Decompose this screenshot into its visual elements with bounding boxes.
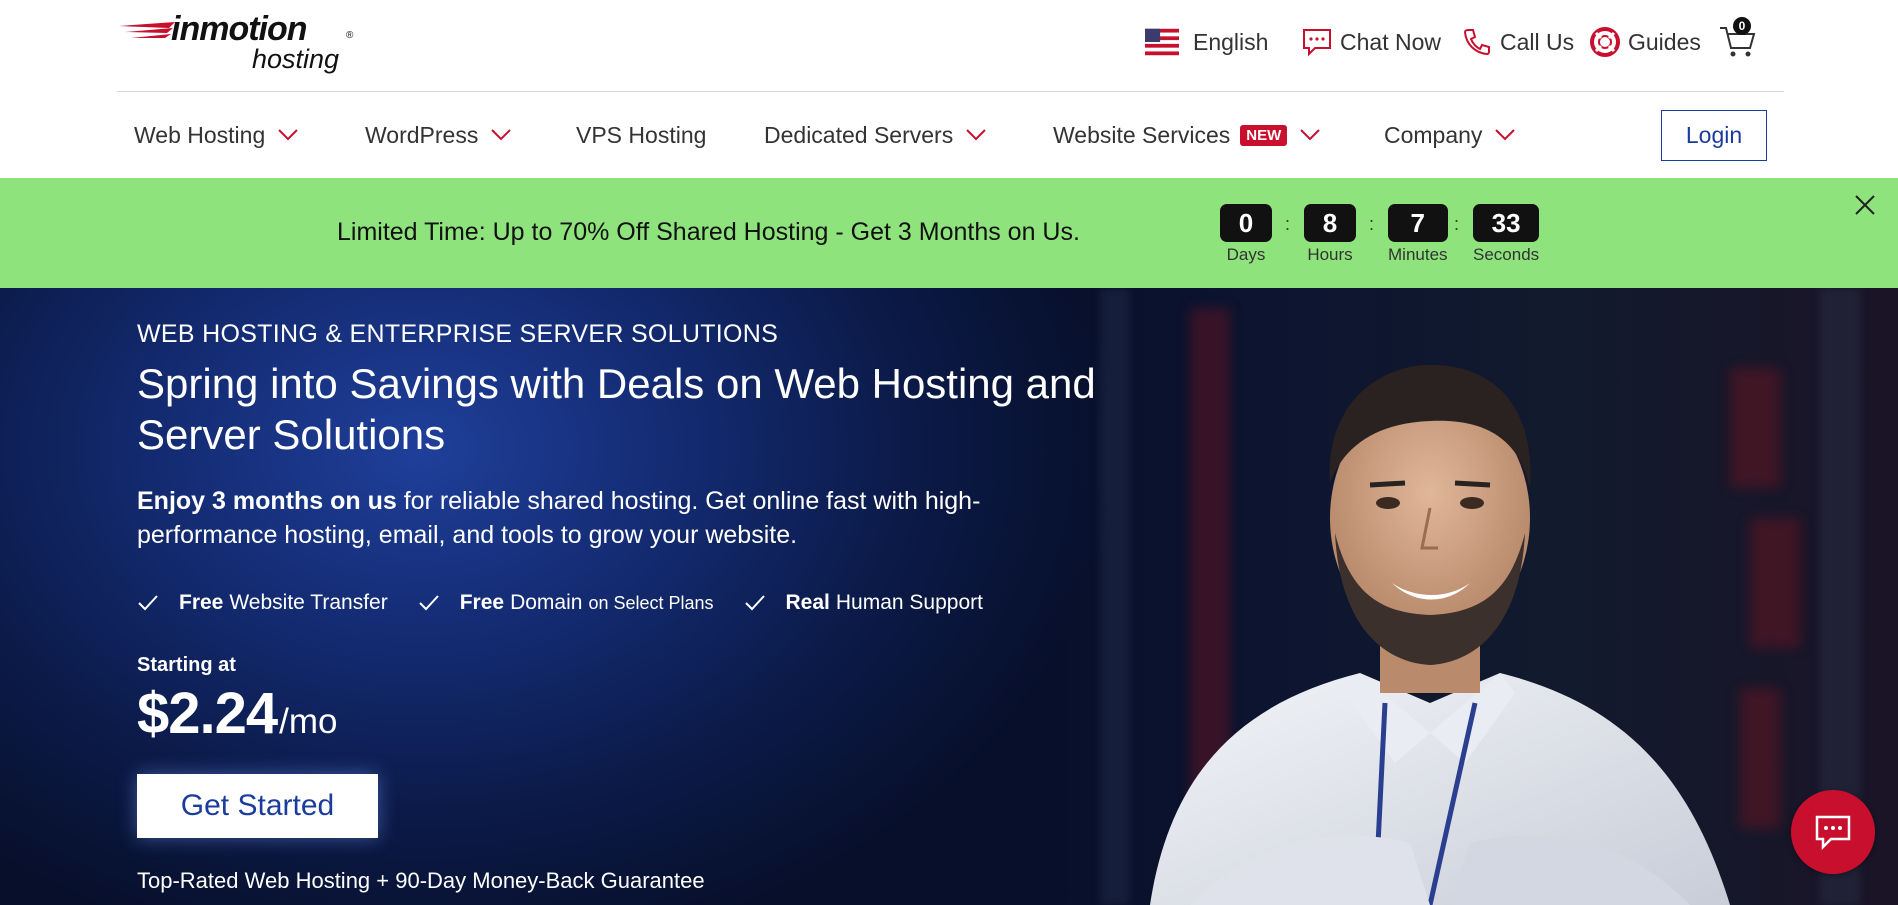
countdown-hours-value: 8 xyxy=(1304,204,1356,242)
feature-bold: Free xyxy=(459,591,505,614)
feature-item: Real Human Support xyxy=(744,591,983,615)
price-display: $2.24 /mo xyxy=(137,680,338,747)
nav-wordpress[interactable]: WordPress xyxy=(365,118,512,152)
nav-web-hosting-label: Web Hosting xyxy=(134,121,266,148)
chat-bubble-icon xyxy=(1300,25,1334,59)
hero-title: Spring into Savings with Deals on Web Ho… xyxy=(137,360,1096,458)
chevron-down-icon xyxy=(1495,129,1516,141)
language-label: English xyxy=(1193,28,1269,55)
feature-item: Free Website Transfer xyxy=(137,591,388,615)
nav-vps-hosting-label: VPS Hosting xyxy=(576,121,707,148)
logo-sub: hosting xyxy=(252,44,340,74)
chat-bubble-icon xyxy=(1815,815,1851,851)
countdown-hours: 8 Hours xyxy=(1304,204,1356,265)
nav-vps-hosting[interactable]: VPS Hosting xyxy=(576,118,706,152)
chat-fab-button[interactable] xyxy=(1791,790,1875,874)
chevron-down-icon xyxy=(278,129,298,141)
countdown-days-value: 0 xyxy=(1220,204,1272,242)
feature-text: Human Support xyxy=(835,591,983,614)
checkmark-icon xyxy=(418,595,439,611)
countdown-hours-label: Hours xyxy=(1307,245,1353,264)
nav-dedicated-servers-label: Dedicated Servers xyxy=(764,121,954,148)
feature-bold: Free xyxy=(179,591,224,614)
hero-section: WEB HOSTING & ENTERPRISE SERVER SOLUTION… xyxy=(0,288,1898,905)
hero-features: Free Website Transfer Free Domain on Sel… xyxy=(137,588,1013,618)
new-badge: NEW xyxy=(1240,124,1288,146)
call-us-label: Call Us xyxy=(1500,28,1575,55)
cart-count-badge: 0 xyxy=(1733,17,1751,35)
promo-banner: Limited Time: Up to 70% Off Shared Hosti… xyxy=(0,178,1898,288)
chat-now-link[interactable]: Chat Now xyxy=(1300,22,1441,62)
nav-company-label: Company xyxy=(1384,121,1483,148)
nav-company[interactable]: Company xyxy=(1384,118,1516,152)
logo-reg: ® xyxy=(346,30,354,41)
price-amount: $2.24 xyxy=(137,681,278,746)
chat-now-label: Chat Now xyxy=(1340,28,1441,55)
get-started-button[interactable]: Get Started xyxy=(137,774,378,838)
support-agent-photo xyxy=(1150,364,1730,905)
main-nav: Web Hosting WordPress VPS Hosting Dedica… xyxy=(0,92,1898,178)
countdown-minutes-value: 7 xyxy=(1388,204,1448,242)
countdown-seconds-value: 33 xyxy=(1473,204,1540,242)
call-us-link[interactable]: Call Us xyxy=(1460,22,1574,62)
nav-web-hosting[interactable]: Web Hosting xyxy=(134,118,299,152)
lifebuoy-icon xyxy=(1588,25,1622,59)
chevron-down-icon xyxy=(1300,129,1320,141)
us-flag-icon xyxy=(1145,25,1179,59)
feature-bold: Real xyxy=(785,591,830,614)
hero-lead: Enjoy 3 months on us for reliable shared… xyxy=(137,484,1067,552)
checkmark-icon xyxy=(138,595,158,611)
logo-swoosh-icon xyxy=(119,22,175,38)
feature-small: on Select Plans xyxy=(588,592,714,613)
language-selector[interactable]: English xyxy=(1145,22,1268,62)
countdown-seconds: 33 Seconds xyxy=(1473,204,1540,265)
countdown-minutes: 7 Minutes xyxy=(1388,204,1448,265)
chevron-down-icon xyxy=(966,129,986,141)
guarantee-text: Top-Rated Web Hosting + 90-Day Money-Bac… xyxy=(137,868,705,893)
close-icon[interactable] xyxy=(1853,193,1877,217)
countdown-seconds-label: Seconds xyxy=(1473,245,1540,264)
hero-eyebrow: WEB HOSTING & ENTERPRISE SERVER SOLUTION… xyxy=(137,320,779,348)
guides-label: Guides xyxy=(1628,28,1701,55)
top-utility-bar: inmotion ® hosting English Chat Now Call… xyxy=(0,0,1898,91)
login-button[interactable]: Login xyxy=(1661,110,1767,161)
hero-lead-bold: Enjoy 3 months on us xyxy=(137,487,397,515)
nav-website-services-label: Website Services xyxy=(1053,121,1231,148)
nav-wordpress-label: WordPress xyxy=(365,121,479,148)
nav-website-services[interactable]: Website Services NEW xyxy=(1053,118,1321,152)
feature-text: Website Transfer xyxy=(229,591,388,614)
chevron-down-icon xyxy=(491,129,512,141)
countdown-days-label: Days xyxy=(1226,245,1266,264)
countdown-separator: : xyxy=(1454,214,1460,234)
checkmark-icon xyxy=(744,595,765,611)
feature-text: Domain xyxy=(510,591,583,614)
countdown-separator: : xyxy=(1369,214,1375,234)
phone-icon xyxy=(1460,25,1494,59)
inmotion-logo[interactable]: inmotion ® hosting xyxy=(117,10,357,74)
guides-link[interactable]: Guides xyxy=(1588,22,1701,62)
promo-text: Limited Time: Up to 70% Off Shared Hosti… xyxy=(337,218,1080,246)
countdown-minutes-label: Minutes xyxy=(1388,245,1448,264)
countdown-separator: : xyxy=(1285,214,1291,234)
countdown-days: 0 Days xyxy=(1220,204,1272,265)
starting-at-label: Starting at xyxy=(137,654,236,676)
feature-item: Free Domain on Select Plans xyxy=(418,591,714,615)
nav-dedicated-servers[interactable]: Dedicated Servers xyxy=(764,118,987,152)
price-period: /mo xyxy=(279,702,338,741)
